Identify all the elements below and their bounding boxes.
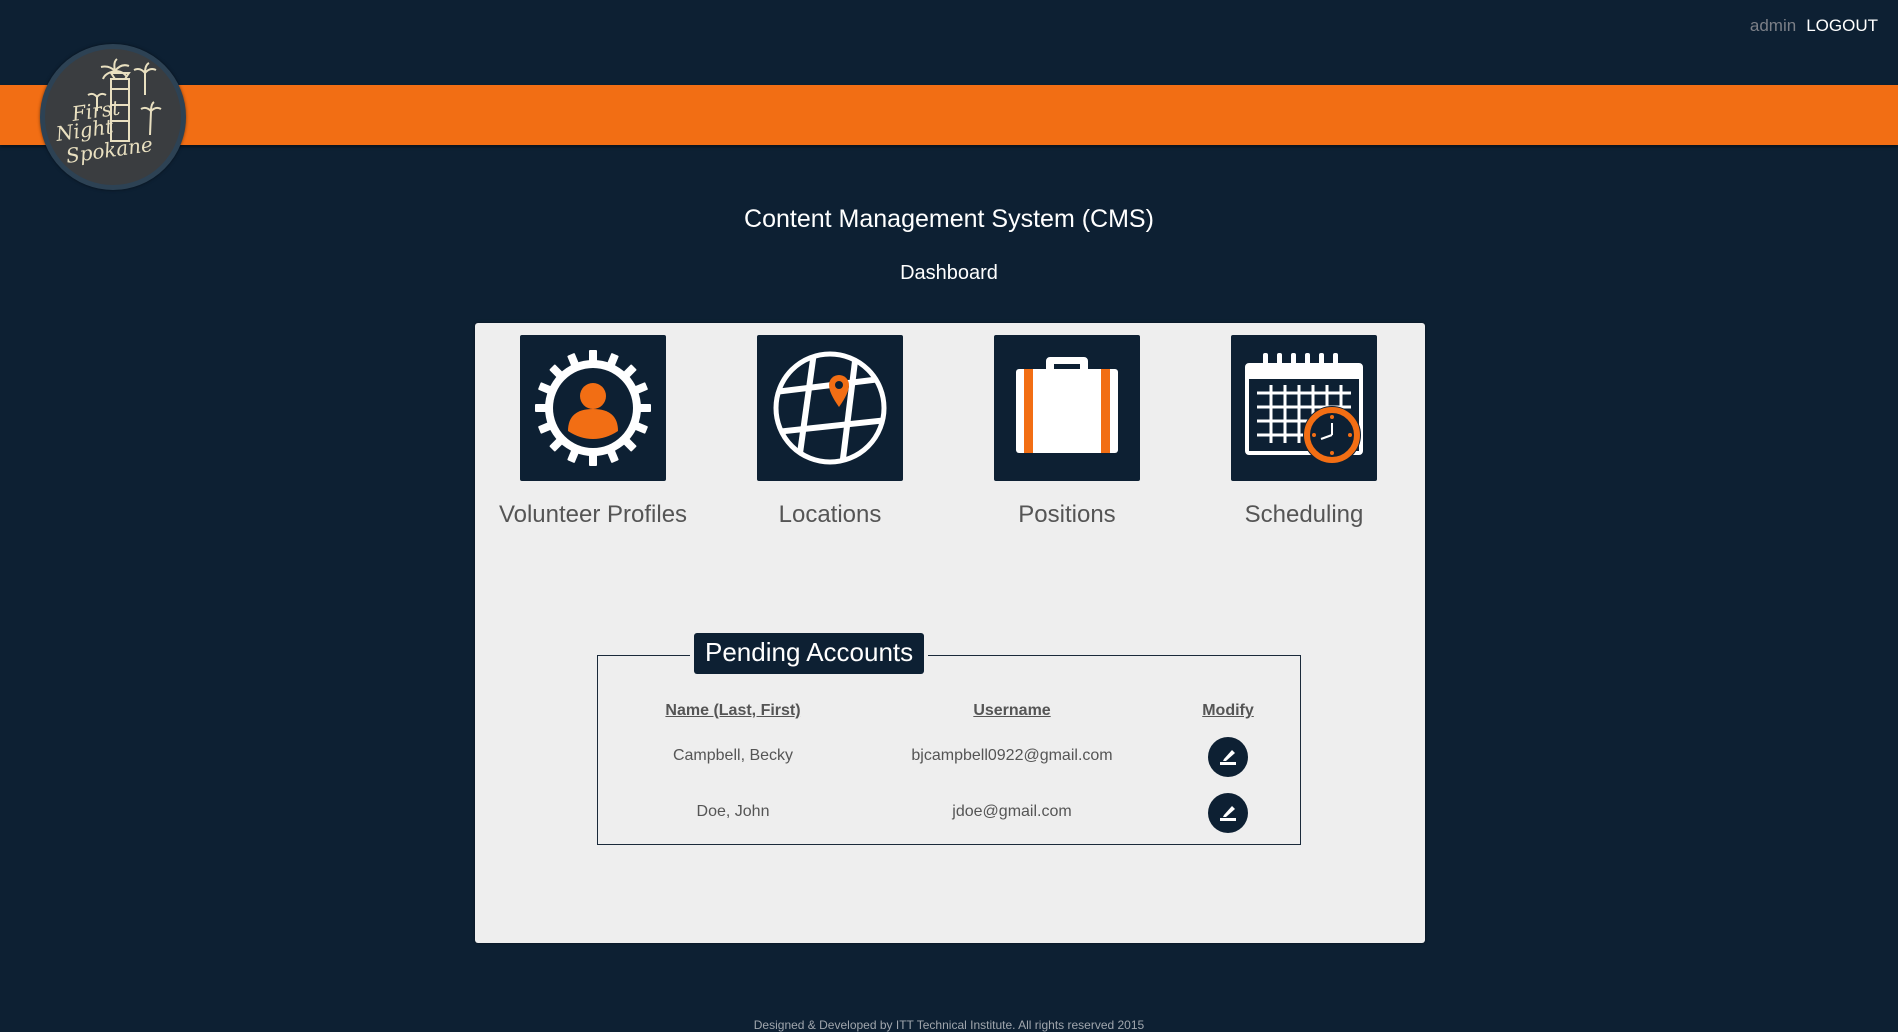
tile-locations[interactable]: Locations: [730, 335, 930, 529]
footer-copyright: Designed & Developed by ITT Technical In…: [753, 1018, 1145, 1032]
pending-accounts-section: Pending Accounts Name (Last, First) User…: [597, 633, 1301, 845]
row-2-name: Doe, John: [696, 803, 770, 820]
logo-graphic: First Night Spokane: [53, 58, 162, 168]
calendar-clock-icon: [1231, 335, 1377, 481]
edit-icon: [1220, 750, 1236, 765]
header-band: [0, 85, 1898, 145]
tile-volunteer-profiles[interactable]: Volunteer Profiles: [493, 335, 693, 529]
column-header-username: Username: [973, 702, 1051, 719]
column-header-name: Name (Last, First): [665, 702, 801, 719]
user-bar: admin LOGOUT: [1750, 16, 1878, 36]
tile-scheduling[interactable]: Scheduling: [1204, 335, 1404, 529]
row-2-username: jdoe@gmail.com: [952, 803, 1072, 820]
dashboard-panel: Volunteer Profiles Locations Positions S…: [475, 323, 1425, 943]
column-header-modify: Modify: [1202, 702, 1254, 719]
logout-link[interactable]: LOGOUT: [1806, 16, 1878, 36]
page-subtitle: Dashboard: [900, 262, 998, 284]
tile-label: Scheduling: [1244, 501, 1364, 528]
row-1-modify-button[interactable]: [1208, 737, 1248, 777]
current-user-name: admin: [1749, 16, 1797, 35]
row-1-name: Campbell, Becky: [672, 747, 794, 764]
volunteer-gear-icon: [520, 335, 666, 481]
row-2-modify-button[interactable]: [1208, 793, 1248, 833]
tile-label: Volunteer Profiles: [498, 501, 688, 528]
edit-icon: [1220, 806, 1236, 821]
tile-label: Positions: [1018, 501, 1116, 528]
tile-label: Locations: [778, 501, 882, 528]
map-pin-icon: [757, 335, 903, 481]
briefcase-icon: [994, 335, 1140, 481]
page-title: Content Management System (CMS): [744, 205, 1154, 233]
first-night-spokane-logo[interactable]: First Night Spokane: [40, 44, 186, 190]
pending-accounts-title: Pending Accounts: [694, 633, 925, 674]
row-1-username: bjcampbell0922@gmail.com: [911, 747, 1113, 764]
tile-positions[interactable]: Positions: [967, 335, 1167, 529]
